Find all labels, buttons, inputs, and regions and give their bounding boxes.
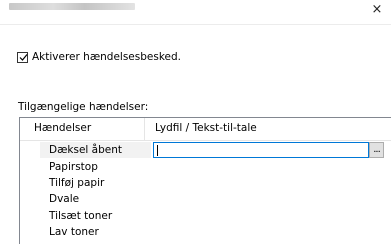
event-row[interactable]: Tilsæt toner <box>20 208 391 224</box>
event-name[interactable]: Tilsæt toner <box>49 208 112 224</box>
enable-notification-row[interactable]: Aktiverer hændelsesbesked. <box>17 50 181 64</box>
checkmark-icon <box>19 53 28 61</box>
event-row[interactable]: Lav toner <box>20 224 391 240</box>
event-name[interactable]: Dvale <box>49 191 79 207</box>
event-name[interactable]: Dæksel åbent <box>49 142 122 158</box>
event-name[interactable]: Papirstop <box>49 159 98 175</box>
column-header-events[interactable]: Hændelser <box>34 118 91 140</box>
event-row[interactable]: Dæksel åbent ... <box>20 142 391 158</box>
events-list[interactable]: Hændelser Lydfil / Tekst-til-tale Dæksel… <box>19 117 391 244</box>
title-bar: × <box>0 0 391 24</box>
close-icon: × <box>371 2 383 17</box>
events-list-header: Hændelser Lydfil / Tekst-til-tale <box>20 118 391 141</box>
event-row[interactable]: Tilføj papir <box>20 175 391 191</box>
column-divider[interactable] <box>144 118 145 140</box>
browse-button[interactable]: ... <box>369 142 384 158</box>
text-caret <box>157 145 158 156</box>
event-row[interactable]: Papirstop <box>20 159 391 175</box>
title-separator <box>0 24 391 25</box>
enable-notification-label[interactable]: Aktiverer hændelsesbesked. <box>32 51 181 63</box>
event-row[interactable]: Dvale <box>20 191 391 207</box>
event-name[interactable]: Lav toner <box>49 224 99 240</box>
column-header-sound[interactable]: Lydfil / Tekst-til-tale <box>155 118 257 140</box>
enable-notification-checkbox[interactable] <box>17 51 28 63</box>
event-name[interactable]: Tilføj papir <box>49 175 104 191</box>
close-button[interactable]: × <box>363 0 391 22</box>
sound-file-input[interactable] <box>153 142 369 158</box>
window-title-blurred <box>9 3 135 10</box>
available-events-label: Tilgængelige hændelser: <box>18 101 149 113</box>
